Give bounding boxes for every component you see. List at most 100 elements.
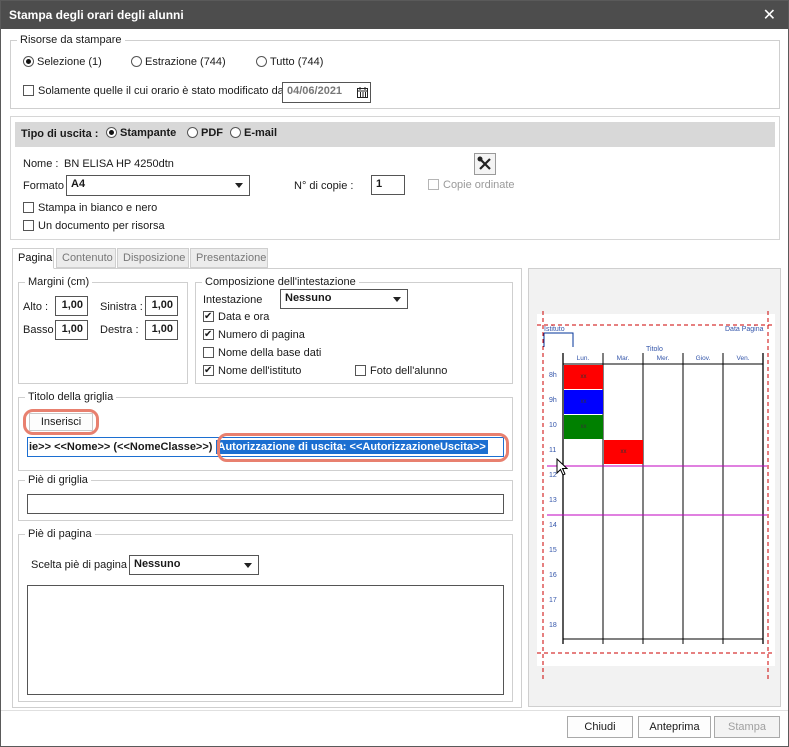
output-type-label: Tipo di uscita : bbox=[21, 128, 99, 140]
preview-lesson-cell: xx bbox=[564, 365, 603, 389]
copies-input[interactable]: 1 bbox=[371, 175, 405, 195]
chevron-down-icon bbox=[393, 297, 401, 302]
check-foto-alunno[interactable]: Foto dell'alunno bbox=[355, 365, 447, 377]
page-preview: Istituto Data Pagina Titolo Lun. Mar. Mer.… bbox=[528, 268, 781, 707]
margin-right-input[interactable]: 1,00 bbox=[145, 320, 178, 340]
check-icon bbox=[203, 347, 214, 358]
preview-hour-label: 16 bbox=[549, 572, 557, 579]
check-icon bbox=[203, 365, 214, 376]
page-footer-select[interactable]: Nessuno bbox=[129, 555, 259, 575]
print-dialog: Stampa degli orari degli alunni ✕ Risors… bbox=[0, 0, 789, 747]
preview-canvas bbox=[537, 311, 775, 679]
tab-pagina[interactable]: Pagina bbox=[12, 248, 54, 269]
preview-lesson-cell: xx bbox=[564, 390, 603, 414]
dialog-title: Stampa degli orari degli alunni bbox=[9, 8, 184, 22]
preview-data-pagina: Data Pagina bbox=[725, 326, 764, 333]
radio-selezione[interactable]: Selezione (1) bbox=[23, 56, 102, 68]
copies-label: N° di copie : bbox=[294, 180, 354, 192]
chevron-down-icon bbox=[235, 183, 243, 188]
grid-title-legend: Titolo della griglia bbox=[28, 391, 114, 403]
one-doc-check-icon bbox=[23, 220, 34, 231]
resources-group: Risorse da stampare bbox=[10, 34, 780, 109]
preview-hour-label: 13 bbox=[549, 497, 557, 504]
check-icon bbox=[203, 311, 214, 322]
format-label: Formato bbox=[23, 180, 64, 192]
margin-left-label: Sinistra : bbox=[100, 301, 143, 313]
black-white-checkbox[interactable]: Stampa in bianco e nero bbox=[23, 202, 157, 214]
preview-hour-label: 10 bbox=[549, 422, 557, 429]
radio-tutto[interactable]: Tutto (744) bbox=[256, 56, 323, 68]
mouse-cursor-icon bbox=[556, 458, 568, 476]
header-select[interactable]: Nessuno bbox=[280, 289, 408, 309]
one-doc-per-resource-checkbox[interactable]: Un documento per risorsa bbox=[23, 220, 165, 232]
title-highlight-ring bbox=[217, 433, 509, 462]
preview-hour-label: 17 bbox=[549, 597, 557, 604]
margin-left-input[interactable]: 1,00 bbox=[145, 296, 178, 316]
preview-hour-label: 11 bbox=[549, 447, 557, 454]
preview-hour-label: 18 bbox=[549, 622, 557, 629]
tools-icon bbox=[477, 156, 491, 170]
margin-top-label: Alto : bbox=[23, 301, 49, 313]
margins-legend: Margini (cm) bbox=[28, 276, 90, 288]
preview-day-label: Mar. bbox=[616, 355, 630, 362]
radio-selezione-icon bbox=[23, 56, 34, 67]
tab-disposizione[interactable]: Disposizione bbox=[117, 248, 189, 268]
preview-hour-label: 15 bbox=[549, 547, 557, 554]
collate-copies-checkbox[interactable]: Copie ordinate bbox=[428, 179, 515, 191]
tab-presentazione[interactable]: Presentazione bbox=[190, 248, 268, 268]
tab-bar: Pagina Contenuto Disposizione Presentazi… bbox=[12, 248, 522, 270]
radio-tutto-icon bbox=[256, 56, 267, 67]
page-footer-textarea[interactable] bbox=[27, 585, 504, 695]
chevron-down-icon bbox=[244, 563, 252, 568]
collate-check-icon bbox=[428, 179, 439, 190]
radio-estrazione-icon bbox=[131, 56, 142, 67]
margin-bottom-input[interactable]: 1,00 bbox=[55, 320, 88, 340]
radio-stampante[interactable]: Stampante bbox=[106, 127, 176, 139]
radio-pdf-icon bbox=[187, 127, 198, 138]
preview-day-label: Mer. bbox=[656, 355, 670, 362]
insert-highlight-ring bbox=[23, 409, 99, 435]
grid-title-text: ie>> <<Nome>> (<<NomeClasse>>) bbox=[29, 441, 216, 453]
margin-right-label: Destra : bbox=[100, 324, 139, 336]
preview-day-label: Giov. bbox=[695, 355, 711, 362]
header-composition-legend: Composizione dell'intestazione bbox=[205, 276, 356, 288]
radio-email[interactable]: E-mail bbox=[230, 127, 277, 139]
check-icon bbox=[355, 365, 366, 376]
print-button[interactable]: Stampa bbox=[714, 716, 780, 738]
preview-day-label: Ven. bbox=[736, 355, 750, 362]
calendar-icon[interactable] bbox=[357, 87, 368, 98]
close-button[interactable]: Chiudi bbox=[567, 716, 633, 738]
preview-hour-label: 9h bbox=[549, 397, 557, 404]
grid-footer-legend: Piè di griglia bbox=[28, 474, 88, 486]
preview-istituto: Istituto bbox=[544, 326, 565, 333]
preview-day-label: Lun. bbox=[576, 355, 590, 362]
modified-only-check-icon bbox=[23, 85, 34, 96]
radio-email-icon bbox=[230, 127, 241, 138]
preview-lesson-cell: xx bbox=[564, 415, 603, 439]
grid-footer-input[interactable] bbox=[27, 494, 504, 514]
preview-hour-label: 14 bbox=[549, 522, 557, 529]
modified-only-checkbox[interactable]: Solamente quelle il cui orario è stato m… bbox=[23, 85, 286, 97]
tab-contenuto[interactable]: Contenuto bbox=[56, 248, 116, 268]
format-select[interactable]: A4 bbox=[66, 175, 250, 196]
radio-estrazione[interactable]: Estrazione (744) bbox=[131, 56, 226, 68]
radio-pdf[interactable]: PDF bbox=[187, 127, 223, 139]
preview-button[interactable]: Anteprima bbox=[638, 716, 711, 738]
close-icon[interactable]: ✕ bbox=[763, 5, 776, 25]
page-footer-legend: Piè di pagina bbox=[28, 528, 92, 540]
check-nome-base-dati[interactable]: Nome della base dati bbox=[203, 347, 321, 359]
check-nome-istituto[interactable]: Nome dell'istituto bbox=[203, 365, 301, 377]
margin-top-input[interactable]: 1,00 bbox=[55, 296, 88, 316]
resources-legend: Risorse da stampare bbox=[20, 34, 122, 46]
check-data-ora[interactable]: Data e ora bbox=[203, 311, 269, 323]
preview-lesson-cell: xx bbox=[604, 440, 643, 464]
printer-settings-button[interactable] bbox=[474, 153, 496, 175]
title-bar: Stampa degli orari degli alunni ✕ bbox=[1, 1, 788, 29]
header-label: Intestazione bbox=[203, 294, 263, 306]
check-icon bbox=[203, 329, 214, 340]
black-white-check-icon bbox=[23, 202, 34, 213]
tab-panel-top-line bbox=[54, 268, 522, 269]
preview-hour-label: 8h bbox=[549, 372, 557, 379]
check-numero-pagina[interactable]: Numero di pagina bbox=[203, 329, 305, 341]
printer-name-label: Nome : bbox=[23, 158, 59, 170]
